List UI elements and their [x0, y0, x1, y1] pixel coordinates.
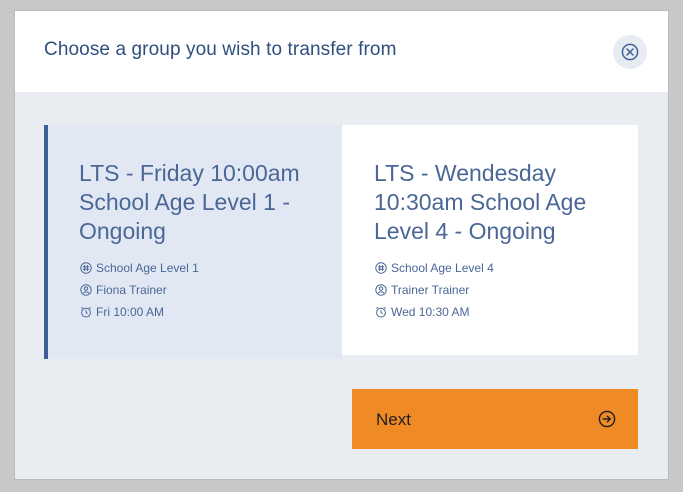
group-time-text: Wed 10:30 AM	[391, 305, 470, 319]
dialog-header: Choose a group you wish to transfer from	[15, 11, 668, 92]
group-trainer-text: Fiona Trainer	[96, 283, 167, 297]
hash-circle-icon	[374, 262, 387, 275]
alarm-clock-icon	[374, 306, 387, 319]
next-button[interactable]: Next	[352, 389, 638, 449]
group-trainer: Fiona Trainer	[79, 283, 167, 297]
group-card-selected[interactable]: LTS - Friday 10:00am School Age Level 1 …	[44, 125, 342, 359]
hash-circle-icon	[79, 262, 92, 275]
group-trainer-text: Trainer Trainer	[391, 283, 470, 297]
close-circle-icon	[621, 43, 639, 61]
transfer-group-dialog: Choose a group you wish to transfer from…	[14, 10, 669, 480]
next-button-label: Next	[376, 410, 411, 429]
dialog-title: Choose a group you wish to transfer from	[44, 39, 397, 60]
group-trainer: Trainer Trainer	[374, 283, 469, 297]
person-circle-icon	[374, 284, 387, 297]
close-button[interactable]	[613, 35, 647, 69]
group-card[interactable]: LTS - Wendesday 10:30am School Age Level…	[342, 125, 638, 355]
group-level-text: School Age Level 4	[391, 261, 494, 275]
person-circle-icon	[79, 284, 92, 297]
alarm-clock-icon	[79, 306, 92, 319]
group-level: School Age Level 4	[374, 261, 494, 275]
group-time: Fri 10:00 AM	[79, 305, 164, 319]
arrow-right-circle-icon	[598, 410, 616, 428]
group-level-text: School Age Level 1	[96, 261, 199, 275]
group-time: Wed 10:30 AM	[374, 305, 470, 319]
group-level: School Age Level 1	[79, 261, 199, 275]
group-time-text: Fri 10:00 AM	[96, 305, 165, 319]
group-title: LTS - Friday 10:00am School Age Level 1 …	[79, 160, 300, 244]
group-title: LTS - Wendesday 10:30am School Age Level…	[374, 160, 587, 244]
